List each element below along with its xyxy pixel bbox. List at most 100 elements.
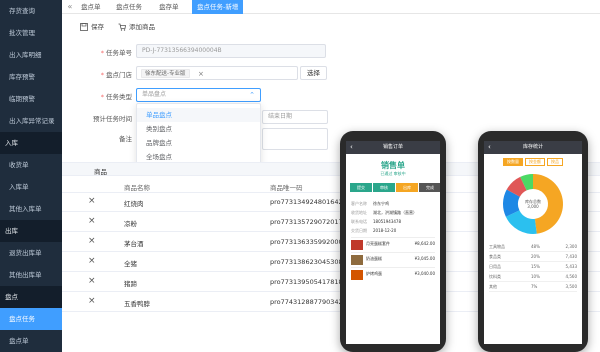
task-type-option[interactable]: 品牌盘点	[137, 136, 260, 150]
phone-mockup-inventory-stats: ‹ 库存统计 按数量 按金额 按品 库存总数 3,000 工具物品 48% 2,300 食品类…	[478, 131, 588, 352]
stats-tabs: 按数量 按金额 按品	[484, 158, 582, 166]
tag-close-icon[interactable]: ×	[198, 68, 204, 79]
order-goods-item: 月亮蛋糕套件 ¥8,642.00	[351, 237, 435, 252]
goods-name: 猪蹄	[124, 280, 137, 288]
end-date-input[interactable]: 结束日期	[262, 110, 328, 124]
sales-order-title: 销售单	[381, 161, 405, 170]
sales-order-header: 销售单 已通过 审核中	[346, 154, 440, 177]
order-field-key: 联系电话	[351, 219, 367, 224]
remove-row-icon[interactable]: ×	[88, 216, 96, 226]
task-type-option[interactable]: 类别盘点	[137, 122, 260, 136]
sales-order-status: 已通过 审核中	[380, 171, 406, 176]
legend-key: 饮料类	[489, 274, 501, 279]
sidebar-item[interactable]: 盘点单	[0, 330, 62, 352]
legend-percent: 7%	[531, 284, 538, 289]
tab-stocktake-order[interactable]: 盘点单	[76, 0, 106, 14]
goods-item-price: ¥8,642.00	[414, 241, 435, 246]
order-field-value: 2018-12-20	[373, 228, 397, 233]
sidebar-item[interactable]: 临期预警	[0, 88, 62, 110]
remark-textarea[interactable]	[262, 128, 328, 150]
progress-steps: 提交 审核 出库 完成	[350, 181, 440, 195]
sidebar-item[interactable]: 入库单	[0, 176, 62, 198]
goods-thumbnail	[351, 270, 363, 280]
sidebar-item[interactable]: 收货单	[0, 154, 62, 176]
goods-name: 红烧肉	[124, 200, 144, 208]
remove-row-icon[interactable]: ×	[88, 236, 96, 246]
goods-thumbnail	[351, 255, 363, 265]
pie-legend: 工具物品 48% 2,300 食品类 20% 7,430 日用品 15% 5,433 饮料类 10%…	[484, 242, 582, 292]
sidebar: 存货查询 批次管理 出入库明细 库存预警 临期预警 出入库异常记录 入库 收货单 入库单 其他入库…	[0, 0, 62, 352]
order-goods-item: 奶油蛋糕 ¥3,045.00	[351, 252, 435, 267]
save-button[interactable]: 保存	[80, 20, 104, 34]
task-type-value: 单品盘点	[142, 91, 167, 98]
goods-item-name: 炉烤鸡蛋	[366, 271, 382, 276]
phone-title-bar: ‹ 销售订单	[346, 141, 440, 154]
col-header-code: 商品唯一码	[270, 184, 303, 192]
legend-percent: 15%	[531, 264, 540, 269]
tabs-left-arrow-icon[interactable]: «	[65, 0, 75, 14]
legend-value: 7,430	[565, 254, 577, 259]
sidebar-item[interactable]: 退货出库单	[0, 242, 62, 264]
sidebar-item[interactable]: 盘点任务	[0, 308, 62, 330]
remove-row-icon[interactable]: ×	[88, 196, 96, 206]
order-fields: 客户名称 徐东宁鸡 收货地址 湖北，洪湖镇路（直营） 联系电话 18051943478 交货…	[346, 195, 440, 235]
tab-inventory-order[interactable]: 盘存单	[154, 0, 184, 14]
sidebar-item[interactable]: 出入库明细	[0, 44, 62, 66]
stats-tab[interactable]: 按数量	[503, 158, 523, 166]
sidebar-item[interactable]: 存货查询	[0, 0, 62, 22]
progress-step: 完成	[419, 183, 440, 192]
choose-store-button[interactable]: 选择	[300, 66, 327, 80]
stats-tab[interactable]: 按金额	[525, 158, 545, 166]
order-goods-item: 炉烤鸡蛋 ¥3,040.00	[351, 267, 435, 282]
task-type-label: * 任务类型	[100, 93, 132, 101]
remove-row-icon[interactable]: ×	[88, 276, 96, 286]
legend-key: 食品类	[489, 254, 501, 259]
sidebar-item[interactable]: 其他出库单	[0, 264, 62, 286]
task-type-option[interactable]: 单品盘点	[137, 108, 260, 122]
store-select[interactable]: 徐东配送-专业版 ×	[136, 66, 298, 80]
phone-bar-title-right: 库存统计	[522, 144, 543, 150]
goods-section-title: 商品	[94, 168, 107, 176]
order-field-key: 客户名称	[351, 201, 367, 206]
order-field-value: 徐东宁鸡	[373, 201, 389, 206]
legend-percent: 48%	[531, 244, 540, 249]
inventory-pie-chart: 库存总数3,000	[503, 174, 564, 234]
chevron-up-icon: ⌃	[249, 91, 255, 99]
sidebar-group-header: 入库	[0, 132, 62, 154]
legend-key: 其他	[489, 284, 497, 289]
store-label: * 盘点门店	[100, 71, 132, 79]
cart-icon	[118, 23, 126, 31]
sidebar-group-header: 出库	[0, 220, 62, 242]
add-goods-button[interactable]: 添加商品	[118, 20, 155, 34]
legend-row: 其他 7% 3,500	[489, 282, 577, 292]
expected-time-label: 预计任务时间	[93, 115, 132, 123]
order-field-row: 客户名称 徐东宁鸡	[351, 199, 435, 208]
goods-item-price: ¥3,045.00	[414, 256, 435, 261]
progress-step: 提交	[350, 183, 372, 192]
sidebar-item[interactable]: 其他入库单	[0, 198, 62, 220]
remove-row-icon[interactable]: ×	[88, 256, 96, 266]
sidebar-item[interactable]: 批次管理	[0, 22, 62, 44]
sidebar-item[interactable]: 出入库异常记录	[0, 110, 62, 132]
sidebar-item[interactable]: 库存预警	[0, 66, 62, 88]
goods-item-price: ¥3,040.00	[414, 271, 435, 276]
task-type-dropdown: 单品盘点 类别盘点 品牌盘点 全场盘点	[136, 103, 261, 167]
goods-thumbnail	[351, 240, 363, 250]
back-icon: ‹	[350, 143, 353, 151]
phone-screen-right: ‹ 库存统计 按数量 按金额 按品 库存总数 3,000 工具物品 48% 2,300 食品类…	[484, 141, 582, 344]
goods-name: 茅台酒	[124, 240, 144, 248]
order-field-row: 联系电话 18051943478	[351, 217, 435, 226]
pie-center-label: 3,000	[527, 204, 539, 209]
phone-mockup-sales-order: ‹ 销售订单 销售单 已通过 审核中 提交 审核 出库 完成 客户名称 徐东宁鸡 收货地址 湖…	[340, 131, 446, 352]
tab-stocktake-task-new[interactable]: 盘点任务-新增	[192, 0, 244, 14]
legend-percent: 10%	[531, 274, 540, 279]
progress-step: 出库	[396, 183, 418, 192]
sidebar-group-header: 盘点	[0, 286, 62, 308]
tab-stocktake-task[interactable]: 盘点任务	[111, 0, 147, 14]
stats-tab[interactable]: 按品	[547, 158, 563, 166]
legend-key: 工具物品	[489, 244, 505, 249]
phone-title-bar-right: ‹ 库存统计	[484, 141, 582, 154]
task-type-select[interactable]: 单品盘点 ⌃	[136, 88, 261, 102]
order-field-key: 交货日期	[351, 228, 367, 233]
remove-row-icon[interactable]: ×	[88, 296, 96, 306]
